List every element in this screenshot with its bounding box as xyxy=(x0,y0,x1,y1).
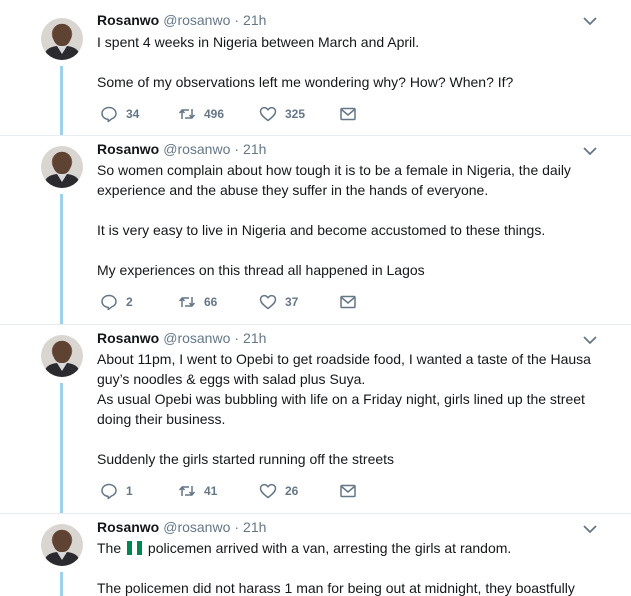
chevron-down-icon[interactable] xyxy=(583,524,597,534)
reply-icon xyxy=(101,294,117,311)
author-handle[interactable]: @rosanwo xyxy=(163,330,230,346)
heart-icon xyxy=(259,483,277,499)
timestamp[interactable]: 21h xyxy=(243,12,266,28)
author-handle[interactable]: @rosanwo xyxy=(163,141,230,157)
chevron-down-icon[interactable] xyxy=(583,335,597,345)
tweet-3[interactable]: Rosanwo @rosanwo · 21h About 11pm, I wen… xyxy=(0,325,631,514)
envelope-icon xyxy=(340,484,356,498)
reply-icon xyxy=(101,483,117,500)
tweet-line-blank xyxy=(97,240,597,260)
author-name[interactable]: Rosanwo xyxy=(97,519,159,535)
like-count: 26 xyxy=(285,484,299,498)
tweet-line: As usual Opebi was bubbling with life on… xyxy=(97,391,585,407)
like-button[interactable]: 37 xyxy=(259,293,298,311)
tweet-line: Some of my observations left me wonderin… xyxy=(97,74,514,90)
reply-count: 34 xyxy=(126,107,140,121)
thread-connector-line xyxy=(60,572,63,596)
tweet-header: Rosanwo @rosanwo · 21h xyxy=(97,12,266,30)
reply-button[interactable]: 2 xyxy=(100,293,133,311)
tweet-header: Rosanwo @rosanwo · 21h xyxy=(97,330,266,348)
author-handle[interactable]: @rosanwo xyxy=(163,12,230,28)
tweet-4[interactable]: Rosanwo @rosanwo · 21h The policemen arr… xyxy=(0,514,631,596)
direct-message-button[interactable] xyxy=(339,293,357,311)
retweet-button[interactable]: 66 xyxy=(178,293,217,311)
tweet-line-blank xyxy=(97,200,597,220)
separator: · xyxy=(234,12,240,28)
nigeria-flag-icon xyxy=(127,540,143,555)
like-button[interactable]: 26 xyxy=(259,482,298,500)
retweet-icon xyxy=(178,486,196,496)
tweet-line: I spent 4 weeks in Nigeria between March… xyxy=(97,34,420,50)
timestamp[interactable]: 21h xyxy=(243,519,266,535)
tweet-line: The policemen arrived with a van, arrest… xyxy=(97,538,597,558)
tweet-header: Rosanwo @rosanwo · 21h xyxy=(97,141,266,159)
tweet-line: The policemen did not harass 1 man for b… xyxy=(97,580,575,596)
reply-count: 2 xyxy=(126,295,133,309)
tweet-line-blank xyxy=(97,429,597,449)
heart-icon xyxy=(259,106,277,122)
thread-connector-line xyxy=(60,383,63,514)
envelope-icon xyxy=(340,295,356,309)
separator: · xyxy=(234,330,240,346)
tweet-line: About 11pm, I went to Opebi to get roads… xyxy=(97,351,591,367)
timestamp[interactable]: 21h xyxy=(243,141,266,157)
direct-message-button[interactable] xyxy=(339,482,357,500)
envelope-icon xyxy=(340,107,356,121)
tweet-line: doing their business. xyxy=(97,411,226,427)
tweet-text: I spent 4 weeks in Nigeria between March… xyxy=(97,32,597,92)
reply-button[interactable]: 34 xyxy=(100,105,139,123)
thread-connector-line xyxy=(60,66,63,136)
retweet-icon xyxy=(178,109,196,119)
retweet-count: 41 xyxy=(204,484,218,498)
thread-connector-line xyxy=(60,194,63,325)
tweet-line: My experiences on this thread all happen… xyxy=(97,262,425,278)
chevron-down-icon[interactable] xyxy=(583,146,597,156)
tweet-line-start: The xyxy=(97,540,122,556)
tweet-text: So women complain about how tough it is … xyxy=(97,160,597,280)
separator: · xyxy=(234,141,240,157)
avatar[interactable] xyxy=(41,524,83,566)
tweet-line-blank xyxy=(97,558,597,578)
tweet-1[interactable]: Rosanwo @rosanwo · 21h I spent 4 weeks i… xyxy=(0,0,631,136)
retweet-button[interactable]: 496 xyxy=(178,105,224,123)
author-handle[interactable]: @rosanwo xyxy=(163,519,230,535)
retweet-count: 496 xyxy=(204,107,225,121)
author-name[interactable]: Rosanwo xyxy=(97,330,159,346)
reply-button[interactable]: 1 xyxy=(100,482,133,500)
tweet-line: experience and the abuse they suffer in … xyxy=(97,182,489,198)
direct-message-button[interactable] xyxy=(339,105,357,123)
tweet-line-blank xyxy=(97,52,597,72)
reply-icon xyxy=(101,106,117,123)
tweet-line: It is very easy to live in Nigeria and b… xyxy=(97,222,546,238)
retweet-count: 66 xyxy=(204,295,218,309)
tweet-text: The policemen arrived with a van, arrest… xyxy=(97,538,597,596)
tweet-line: So women complain about how tough it is … xyxy=(97,162,571,178)
author-name[interactable]: Rosanwo xyxy=(97,141,159,157)
timestamp[interactable]: 21h xyxy=(243,330,266,346)
separator: · xyxy=(234,519,240,535)
tweet-2[interactable]: Rosanwo @rosanwo · 21h So women complain… xyxy=(0,136,631,325)
like-count: 37 xyxy=(285,295,299,309)
like-button[interactable]: 325 xyxy=(259,105,305,123)
tweet-header: Rosanwo @rosanwo · 21h xyxy=(97,519,266,537)
tweet-text: About 11pm, I went to Opebi to get roads… xyxy=(97,349,597,469)
chevron-down-icon[interactable] xyxy=(583,16,597,26)
avatar[interactable] xyxy=(41,335,83,377)
heart-icon xyxy=(259,294,277,310)
retweet-icon xyxy=(178,297,196,307)
retweet-button[interactable]: 41 xyxy=(178,482,217,500)
avatar[interactable] xyxy=(41,146,83,188)
avatar[interactable] xyxy=(41,18,83,60)
like-count: 325 xyxy=(285,107,306,121)
tweet-line-end: policemen arrived with a van, arresting … xyxy=(147,540,512,556)
author-name[interactable]: Rosanwo xyxy=(97,12,159,28)
reply-count: 1 xyxy=(126,484,133,498)
tweet-line: Suddenly the girls started running off t… xyxy=(97,451,395,467)
tweet-line: guy’s noodles & eggs with salad plus Suy… xyxy=(97,371,366,387)
